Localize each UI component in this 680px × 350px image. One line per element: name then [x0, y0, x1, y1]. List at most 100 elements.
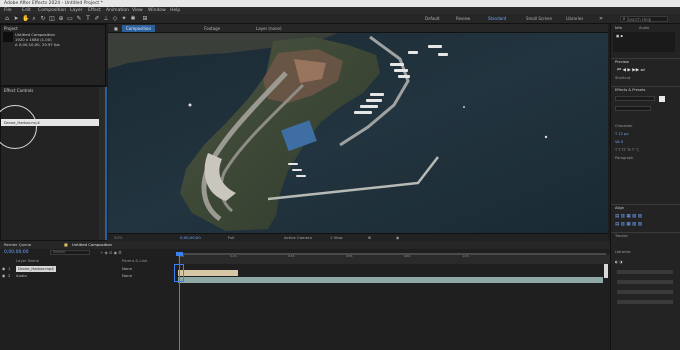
layer-bar-audio[interactable]	[178, 270, 238, 276]
home-icon[interactable]: ⌂	[4, 16, 10, 22]
libraries-row[interactable]	[617, 270, 673, 274]
divider	[611, 232, 680, 233]
col-parent: Parent & Link	[122, 258, 148, 263]
effects-presets-tab[interactable]: Effects & Presets	[615, 88, 645, 93]
right-panels: Info Audio ▣ ▪ Preview ⏮ ◀ ▶ ▶▶ ⏭ Shortc…	[610, 24, 680, 350]
tracker-tab[interactable]: Tracker	[615, 234, 628, 239]
playhead-scrub-box[interactable]	[174, 264, 184, 282]
timeline-timecode[interactable]: 0;00;00;00	[4, 250, 29, 255]
eraser-tool-icon[interactable]: ◇	[112, 16, 118, 22]
anchor-circle-overlay	[0, 105, 37, 149]
project-info-duration: Δ 0;00;10;00, 29.97 fps	[15, 42, 60, 47]
align-buttons[interactable]: ▤ ▥ ▦ ▧ ▨	[615, 214, 642, 219]
workspace-small-screen[interactable]: Small Screen	[526, 16, 552, 22]
shortcut-label: Shortcut	[615, 76, 631, 80]
effects-search-input[interactable]	[615, 96, 655, 101]
workspace-default[interactable]: Default	[425, 16, 440, 22]
workspace-review[interactable]: Review	[456, 16, 470, 22]
distribute-buttons[interactable]: ▤ ▥ ▦ ▧ ▨	[615, 222, 642, 227]
panel-focus-edge	[105, 87, 107, 240]
tab-layer[interactable]: Layer (none)	[256, 25, 282, 32]
clone-stamp-icon[interactable]: ⊥	[103, 16, 109, 22]
tools-bar: ⌂ ➤ ✋ ⌕ ↻ ◫ ⊕ ▭ ✎ T ✐ ⊥ ◇ ✦ ✱ ⊞ Default …	[0, 14, 680, 24]
hand-tool-icon[interactable]: ✋	[22, 16, 29, 22]
project-thumbnail	[3, 32, 13, 42]
shape-tool-icon[interactable]: ▭	[67, 16, 73, 22]
drone-harbor-frame	[108, 33, 608, 233]
puppet-tool-icon[interactable]: ✱	[130, 16, 136, 22]
tracking-field[interactable]: VA 0	[615, 140, 623, 145]
timeline-scrollbar[interactable]	[604, 264, 608, 278]
timeline-switches-icons[interactable]: ✧ ◈ ⊡ ◉ ⏱	[100, 250, 121, 255]
preview-tab[interactable]: Preview	[615, 60, 629, 65]
menu-item-layer[interactable]: Layer	[70, 7, 83, 14]
audio-tab[interactable]: Audio	[639, 26, 649, 31]
layer-index: 2	[8, 273, 11, 278]
menu-item-view[interactable]: View	[132, 7, 143, 14]
divider	[611, 204, 680, 205]
menu-item-composition[interactable]: Composition	[38, 7, 66, 14]
playback-controls[interactable]: ⏮ ◀ ▶ ▶▶ ⏭	[617, 68, 645, 73]
project-tab[interactable]: Project	[4, 26, 18, 31]
layer-visibility-icon[interactable]: ◉	[2, 266, 5, 272]
camera-tool-icon[interactable]: ◫	[49, 16, 55, 22]
layer-audio-icon[interactable]: ◉	[2, 273, 5, 279]
layer-parent[interactable]: None	[122, 273, 132, 279]
comp-lock-icon[interactable]: ■	[114, 25, 118, 32]
font-size-field[interactable]: T 12 px	[615, 132, 628, 137]
workspace-menu-icon[interactable]: »	[598, 16, 604, 22]
info-tab[interactable]: Info	[615, 26, 622, 31]
col-layer-name: Layer Name	[16, 258, 39, 263]
viewer-controls-bar: 50% 0;00;00;00 Full Active Camera 1 View…	[108, 233, 608, 241]
libraries-row[interactable]	[617, 280, 673, 284]
workspace-standard[interactable]: Standard	[488, 16, 506, 22]
tab-render-queue[interactable]: Render Queue	[4, 242, 31, 247]
roto-brush-icon[interactable]: ✦	[121, 16, 127, 22]
menu-item-effect[interactable]: Effect	[88, 7, 101, 14]
work-area-bar[interactable]	[178, 253, 606, 255]
zoom-tool-icon[interactable]: ⌕	[31, 16, 37, 22]
libraries-row[interactable]	[617, 300, 673, 304]
libraries-row[interactable]	[617, 290, 673, 294]
composition-tabs: ■ Composition Footage Layer (none) Untit…	[108, 24, 608, 39]
layer-name[interactable]: Drone_Harbor.mp4	[16, 266, 56, 272]
snapping-icon[interactable]: ⊞	[142, 16, 148, 22]
tab-composition[interactable]: Composition	[122, 25, 155, 32]
menu-item-window[interactable]: Window	[148, 7, 166, 14]
paragraph-tab[interactable]: Paragraph	[615, 156, 633, 161]
divider	[611, 58, 680, 59]
comp-color-icon: ■	[64, 242, 68, 247]
menu-item-edit[interactable]: Edit	[22, 7, 31, 14]
selection-tool-icon[interactable]: ➤	[13, 16, 19, 22]
tab-timeline-comp[interactable]: Untitled Composition	[72, 242, 112, 247]
workspace-libraries[interactable]: Libraries	[566, 16, 583, 22]
layer-parent[interactable]: None	[122, 266, 132, 272]
align-tab[interactable]: Align	[615, 206, 624, 211]
character-tab[interactable]: Character	[615, 124, 633, 129]
layer-name[interactable]: Audio	[16, 273, 27, 279]
effects-list-row[interactable]	[615, 106, 651, 111]
libraries-content-icon: ◐ ◑	[615, 260, 623, 264]
effect-controls-tab[interactable]: Effect Controls	[4, 88, 33, 93]
brush-tool-icon[interactable]: ✐	[94, 16, 100, 22]
menu-item-file[interactable]: File	[4, 7, 12, 14]
layer-index: 1	[8, 266, 11, 271]
type-tool-icon[interactable]: T	[85, 16, 91, 22]
pen-tool-icon[interactable]: ✎	[76, 16, 82, 22]
composition-viewer[interactable]	[108, 33, 608, 233]
tab-footage[interactable]: Footage	[204, 25, 220, 32]
pan-behind-tool-icon[interactable]: ⊕	[58, 16, 64, 22]
libraries-tab[interactable]: Libraries	[615, 250, 631, 255]
layer-row-1[interactable]: ◉ 1 Drone_Harbor.mp4 None	[0, 266, 175, 272]
menu-item-help[interactable]: Help	[170, 7, 180, 14]
text-style-buttons[interactable]: T T TT Tt T' T,	[615, 148, 640, 153]
menu-item-animation[interactable]: Animation	[106, 7, 129, 14]
layer-row-2[interactable]: ◉ 2 Audio None	[0, 273, 175, 279]
search-help-input[interactable]: Search Help	[620, 16, 668, 22]
time-ruler[interactable]: 0s 02s 04s 06s 08s 10s	[178, 254, 610, 264]
layer-bar-footage[interactable]	[178, 277, 603, 283]
white-swatch[interactable]	[659, 96, 665, 102]
timeline-search-input[interactable]: Search	[50, 250, 90, 255]
rotate-tool-icon[interactable]: ↻	[40, 16, 46, 22]
project-panel: Project Untitled Composition 1920 x 1080…	[0, 24, 106, 86]
